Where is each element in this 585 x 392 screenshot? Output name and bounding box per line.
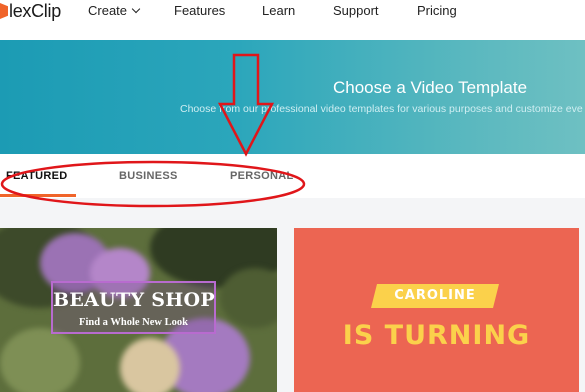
nav-item-create-label: Create — [88, 3, 128, 18]
tab-featured[interactable]: FEATURED — [6, 170, 67, 182]
nav-item-create[interactable]: Create — [88, 3, 141, 18]
nav-item-pricing[interactable]: Pricing — [417, 3, 457, 18]
nav-item-support[interactable]: Support — [333, 3, 379, 18]
beauty-shop-title-box: BEAUTY SHOP Find a Whole New Look — [51, 281, 216, 334]
template-card-caroline[interactable]: CAROLINE IS TURNING — [294, 228, 579, 392]
top-nav: lexClip Create Features Learn Support Pr… — [0, 0, 585, 40]
active-tab-indicator — [0, 194, 76, 197]
card-title: CAROLINE — [394, 288, 476, 303]
card-title: BEAUTY SHOP — [53, 289, 215, 311]
template-tabs: FEATURED BUSINESS PERSONAL — [0, 154, 585, 198]
logo-text: lexClip — [9, 0, 61, 21]
nav-item-learn[interactable]: Learn — [262, 3, 295, 18]
flexclip-logo[interactable]: lexClip — [0, 0, 61, 21]
tab-personal[interactable]: PERSONAL — [230, 170, 294, 182]
logo-mark-icon — [0, 3, 8, 19]
tab-business[interactable]: BUSINESS — [119, 170, 178, 182]
chevron-down-icon — [131, 4, 141, 14]
hero-subtitle: Choose from our professional video templ… — [180, 103, 583, 115]
hero-banner: Choose a Video Template Choose from our … — [0, 40, 585, 154]
hero-title: Choose a Video Template — [333, 78, 528, 97]
card-subtitle: Find a Whole New Look — [79, 317, 188, 328]
card-subtitle: IS TURNING — [342, 320, 531, 351]
template-card-beauty-shop[interactable]: BEAUTY SHOP Find a Whole New Look — [0, 228, 277, 392]
nav-item-features[interactable]: Features — [174, 3, 225, 18]
page: lexClip Create Features Learn Support Pr… — [0, 0, 585, 392]
